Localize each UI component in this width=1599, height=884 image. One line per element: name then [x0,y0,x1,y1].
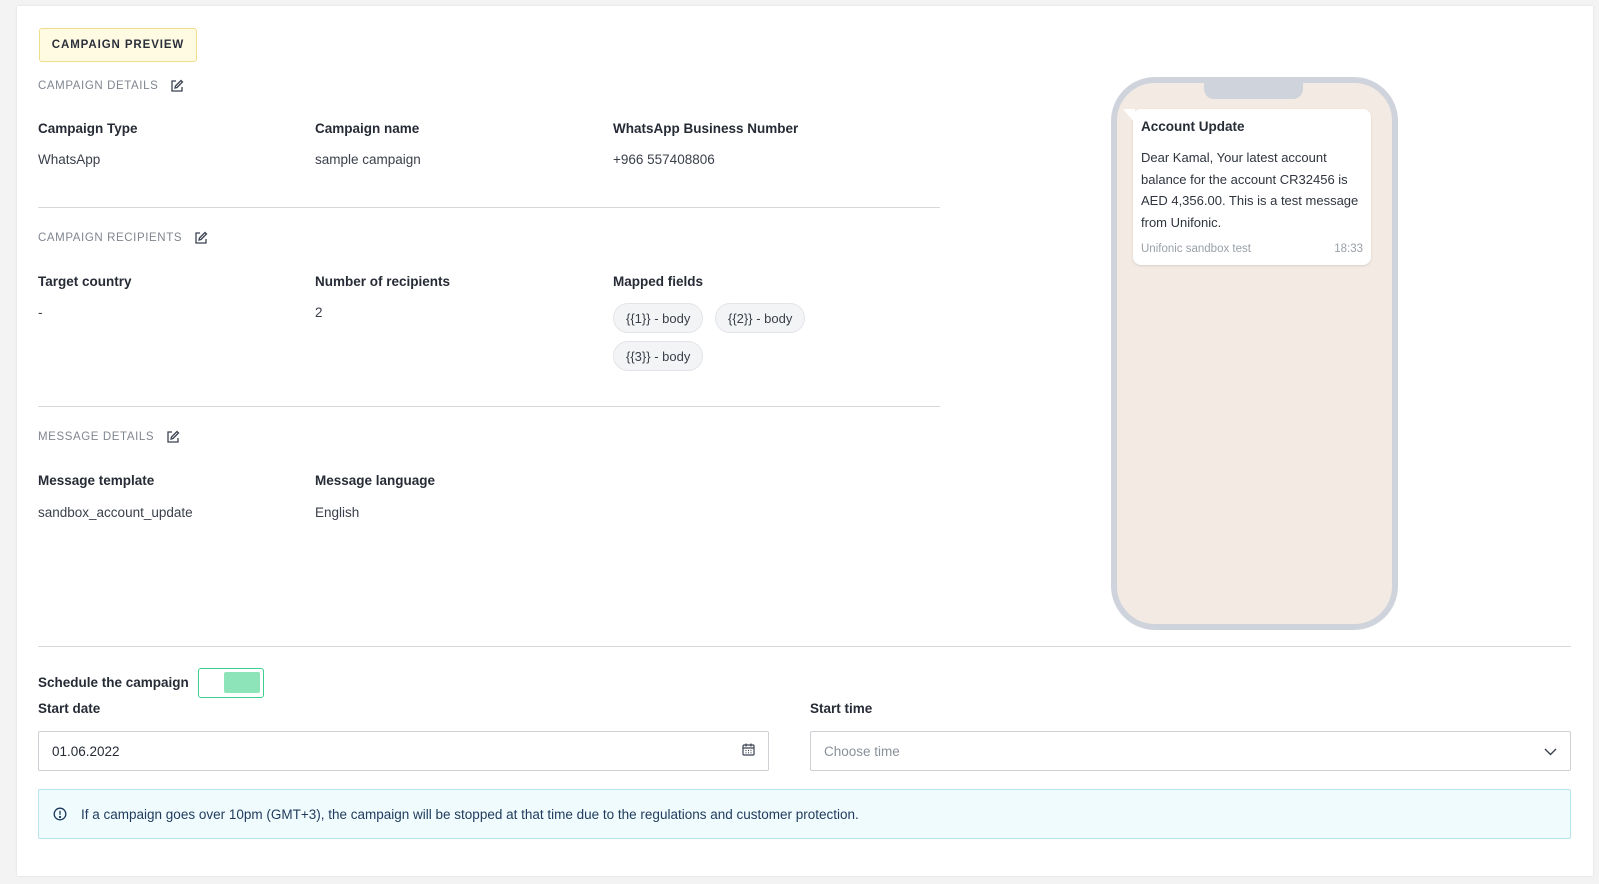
target-country-value: - [38,305,43,320]
start-time-select[interactable]: Choose time [810,731,1571,771]
schedule-toggle[interactable] [198,668,264,698]
mapped-field-chip: {{2}} - body [715,303,806,333]
recipients-count-label: Number of recipients [315,274,451,289]
schedule-campaign-label: Schedule the campaign [38,675,189,690]
campaign-preview-badge: CAMPAIGN PREVIEW [39,28,197,62]
message-details-title: MESSAGE DETAILS [38,431,155,443]
divider [38,646,1571,647]
message-body: Dear Kamal, Your latest account balance … [1141,150,1359,230]
edit-campaign-recipients-icon[interactable] [194,231,208,245]
message-details-header: MESSAGE DETAILS [38,430,180,444]
target-country-label: Target country [38,274,132,289]
bubble-tail [1123,109,1135,123]
message-sender: Unifonic sandbox test [1141,243,1251,255]
message-footer: Unifonic sandbox test 18:33 [1141,243,1363,255]
toggle-knob [224,672,260,693]
mapped-field-chip: {{1}} - body [613,303,704,333]
start-time-placeholder: Choose time [824,743,900,759]
edit-message-details-icon[interactable] [166,430,180,444]
info-icon [53,807,67,821]
campaign-details-header: CAMPAIGN DETAILS [38,79,184,93]
campaign-preview-card: CAMPAIGN PREVIEW CAMPAIGN DETAILS Campai… [17,6,1593,876]
chevron-down-icon [1544,744,1557,759]
campaign-type-label: Campaign Type [38,121,138,136]
phone-preview: Account Update Dear Kamal, Your latest a… [1111,77,1398,630]
campaign-recipients-title: CAMPAIGN RECIPIENTS [38,232,183,244]
whatsapp-number-value: +966 557408806 [613,152,715,167]
notice-text: If a campaign goes over 10pm (GMT+3), th… [81,806,859,822]
phone-notch [1204,83,1303,99]
edit-campaign-details-icon[interactable] [170,79,184,93]
message-template-label: Message template [38,473,155,488]
message-template-value: sandbox_account_update [38,505,193,520]
message-time: 18:33 [1334,243,1363,255]
whatsapp-number-label: WhatsApp Business Number [613,121,799,136]
regulation-notice: If a campaign goes over 10pm (GMT+3), th… [38,789,1571,839]
message-language-value: English [315,505,360,520]
campaign-name-label: Campaign name [315,121,420,136]
calendar-icon[interactable] [742,743,755,759]
message-title: Account Update [1141,119,1245,134]
start-date-input[interactable]: 01.06.2022 [38,731,769,771]
recipients-count-value: 2 [315,305,323,320]
mapped-field-chip: {{3}} - body [613,341,704,371]
message-bubble: Account Update Dear Kamal, Your latest a… [1123,109,1371,265]
campaign-type-value: WhatsApp [38,152,101,167]
start-time-label: Start time [810,701,873,716]
campaign-name-value: sample campaign [315,152,421,167]
campaign-recipients-header: CAMPAIGN RECIPIENTS [38,231,208,245]
divider [38,207,940,208]
start-date-label: Start date [38,701,101,716]
start-date-value: 01.06.2022 [52,743,120,759]
campaign-details-title: CAMPAIGN DETAILS [38,80,159,92]
divider [38,406,940,407]
message-language-label: Message language [315,473,436,488]
mapped-fields-label: Mapped fields [613,274,704,289]
